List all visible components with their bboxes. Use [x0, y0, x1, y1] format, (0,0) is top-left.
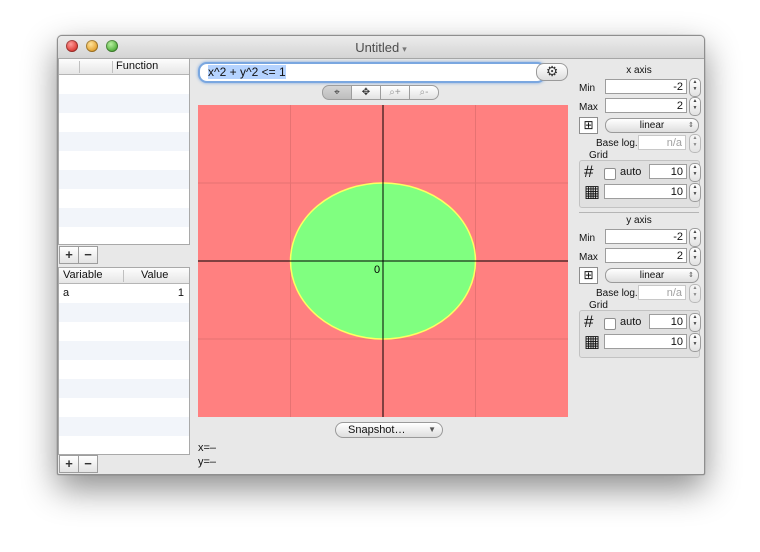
title-menu-icon: ▾	[402, 44, 407, 54]
y-grid-toggle-icon[interactable]: ⊞	[579, 267, 598, 284]
gear-icon[interactable]: ⚙	[536, 63, 568, 81]
x-max-field[interactable]: 2	[605, 98, 687, 113]
minor-grid-icon: ▦	[584, 332, 601, 351]
column-divider	[112, 61, 113, 73]
axis-separator	[579, 212, 699, 213]
y-base-log-label: Base log.	[596, 288, 638, 299]
column-divider	[123, 270, 124, 282]
y-max-stepper[interactable]: ▲ ▼	[689, 247, 701, 266]
x-min-stepper[interactable]: ▲ ▼	[689, 78, 701, 97]
x-minor-grid-field[interactable]: 10	[604, 184, 687, 199]
y-max-field[interactable]: 2	[605, 248, 687, 263]
x-scale-popup[interactable]: linear ⇕	[605, 118, 699, 133]
title-bar: Untitled ▾	[58, 36, 704, 59]
x-max-stepper[interactable]: ▲ ▼	[689, 97, 701, 116]
function-list[interactable]: Function	[58, 58, 190, 245]
x-min-label: Min	[579, 83, 596, 94]
function-column-header[interactable]: Function	[116, 60, 158, 72]
x-base-log-label: Base log.	[596, 138, 638, 149]
y-min-stepper[interactable]: ▲ ▼	[689, 228, 701, 247]
x-max-label: Max	[579, 102, 598, 113]
variable-list-header: Variable Value	[59, 268, 189, 284]
add-variable-button[interactable]: +	[59, 455, 79, 473]
x-auto-checkbox[interactable]	[604, 168, 616, 180]
remove-variable-button[interactable]: −	[78, 455, 98, 473]
x-minor-stepper[interactable]: ▲ ▼	[689, 183, 701, 202]
major-grid-icon: #	[584, 162, 594, 181]
x-major-grid-field[interactable]: 10	[649, 164, 687, 179]
variable-column-header[interactable]: Variable	[63, 269, 103, 281]
variable-rows: a 1	[59, 284, 189, 455]
y-min-label: Min	[579, 233, 596, 244]
function-list-header: Function	[59, 59, 189, 75]
formula-input[interactable]: x^2 + y^2 <= 1	[198, 62, 546, 83]
cursor-x-readout: x=–	[198, 442, 217, 454]
y-max-label: Max	[579, 252, 598, 263]
x-major-stepper[interactable]: ▲ ▼	[689, 163, 701, 182]
add-function-button[interactable]: +	[59, 246, 79, 264]
function-add-remove: + −	[59, 246, 98, 264]
y-major-stepper[interactable]: ▲ ▼	[689, 313, 701, 332]
y-minor-stepper[interactable]: ▲ ▼	[689, 333, 701, 352]
y-base-log-stepper[interactable]: ▲ ▼	[689, 284, 701, 303]
snapshot-button[interactable]: Snapshot… ▼	[335, 422, 443, 438]
minor-grid-icon: ▦	[584, 182, 601, 201]
x-min-field[interactable]: -2	[605, 79, 687, 94]
y-minor-grid-field[interactable]: 10	[604, 334, 687, 349]
y-auto-checkbox[interactable]	[604, 318, 616, 330]
plot-tools: ⌖ ✥ ⌕+ ⌕-	[322, 85, 439, 100]
zoom-out-tool-icon[interactable]: ⌕-	[409, 85, 439, 100]
value-column-header[interactable]: Value	[141, 269, 168, 281]
app-window: Untitled ▾ Function + − Variable Value a …	[57, 35, 705, 475]
x-grid-toggle-icon[interactable]: ⊞	[579, 117, 598, 134]
x-auto-label: auto	[620, 166, 642, 178]
origin-label: 0	[374, 264, 380, 276]
variable-name: a	[63, 287, 70, 299]
zoom-in-tool-icon[interactable]: ⌕+	[380, 85, 410, 100]
cursor-y-readout: y=–	[198, 456, 217, 468]
y-base-log-field[interactable]: n/a	[638, 285, 686, 300]
function-rows	[59, 75, 189, 246]
move-tool-icon[interactable]: ✥	[351, 85, 381, 100]
column-divider	[79, 61, 80, 73]
y-scale-popup[interactable]: linear ⇕	[605, 268, 699, 283]
variable-add-remove: + −	[59, 455, 98, 473]
variable-list[interactable]: Variable Value a 1	[58, 267, 190, 455]
table-row[interactable]: a 1	[59, 284, 189, 303]
y-auto-label: auto	[620, 316, 642, 328]
x-base-log-stepper[interactable]: ▲ ▼	[689, 134, 701, 153]
formula-text: x^2 + y^2 <= 1	[208, 65, 286, 79]
y-min-field[interactable]: -2	[605, 229, 687, 244]
plot-area[interactable]: 0	[198, 105, 568, 417]
x-axis-title: x axis	[626, 65, 652, 76]
major-grid-icon: #	[584, 312, 594, 331]
crosshair-tool-icon[interactable]: ⌖	[322, 85, 352, 100]
variable-value: 1	[177, 287, 184, 299]
chevron-updown-icon: ⇕	[688, 272, 694, 279]
y-axis-title: y axis	[626, 215, 652, 226]
remove-function-button[interactable]: −	[78, 246, 98, 264]
y-major-grid-field[interactable]: 10	[649, 314, 687, 329]
chevron-down-icon: ▼	[428, 425, 436, 434]
window-title[interactable]: Untitled ▾	[58, 40, 704, 55]
x-base-log-field[interactable]: n/a	[638, 135, 686, 150]
chevron-updown-icon: ⇕	[688, 122, 694, 129]
